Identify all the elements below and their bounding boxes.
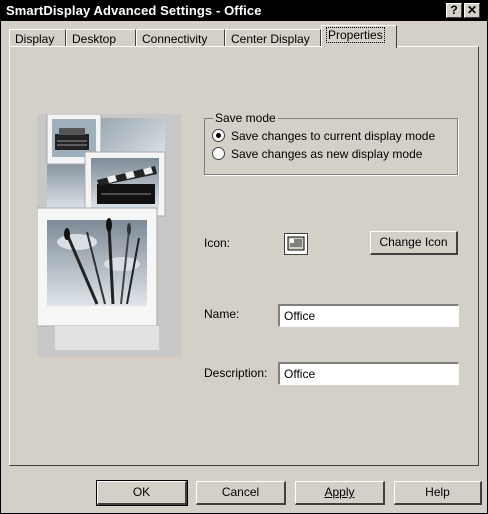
radio-selected-dot <box>216 133 221 138</box>
title-bar[interactable]: SmartDisplay Advanced Settings - Office … <box>1 1 487 21</box>
name-label: Name: <box>204 307 240 321</box>
tab-display[interactable]: Display <box>9 29 66 47</box>
ok-button[interactable]: OK <box>96 480 188 506</box>
help-title-button[interactable]: ? <box>446 3 462 18</box>
tab-connectivity[interactable]: Connectivity <box>136 29 225 47</box>
radio-save-current[interactable] <box>212 129 225 142</box>
tab-properties[interactable]: Properties <box>321 25 397 48</box>
radio-save-new[interactable] <box>212 147 225 160</box>
save-mode-legend: Save mode <box>213 111 278 125</box>
tab-desktop[interactable]: Desktop <box>66 29 136 47</box>
description-field[interactable]: Office <box>278 362 459 385</box>
display-mode-illustration <box>36 113 181 357</box>
display-mode-icon-graphic <box>287 236 305 251</box>
cancel-button[interactable]: Cancel <box>196 481 286 505</box>
name-field[interactable]: Office <box>278 304 459 327</box>
tab-center-display[interactable]: Center Display <box>225 29 321 47</box>
close-title-button[interactable]: ✕ <box>464 3 480 18</box>
apply-button[interactable]: Apply <box>295 481 385 505</box>
description-label: Description: <box>204 366 268 380</box>
settings-dialog: SmartDisplay Advanced Settings - Office … <box>0 0 488 514</box>
help-button[interactable]: Help <box>394 481 482 505</box>
radio-save-new-label[interactable]: Save changes as new display mode <box>231 147 422 161</box>
icon-label: Icon: <box>204 236 231 250</box>
change-icon-button[interactable]: Change Icon <box>370 231 458 255</box>
window-title: SmartDisplay Advanced Settings - Office <box>6 3 262 18</box>
display-mode-icon <box>284 233 308 255</box>
radio-save-current-label[interactable]: Save changes to current display mode <box>231 129 435 143</box>
collage-image <box>36 113 166 350</box>
